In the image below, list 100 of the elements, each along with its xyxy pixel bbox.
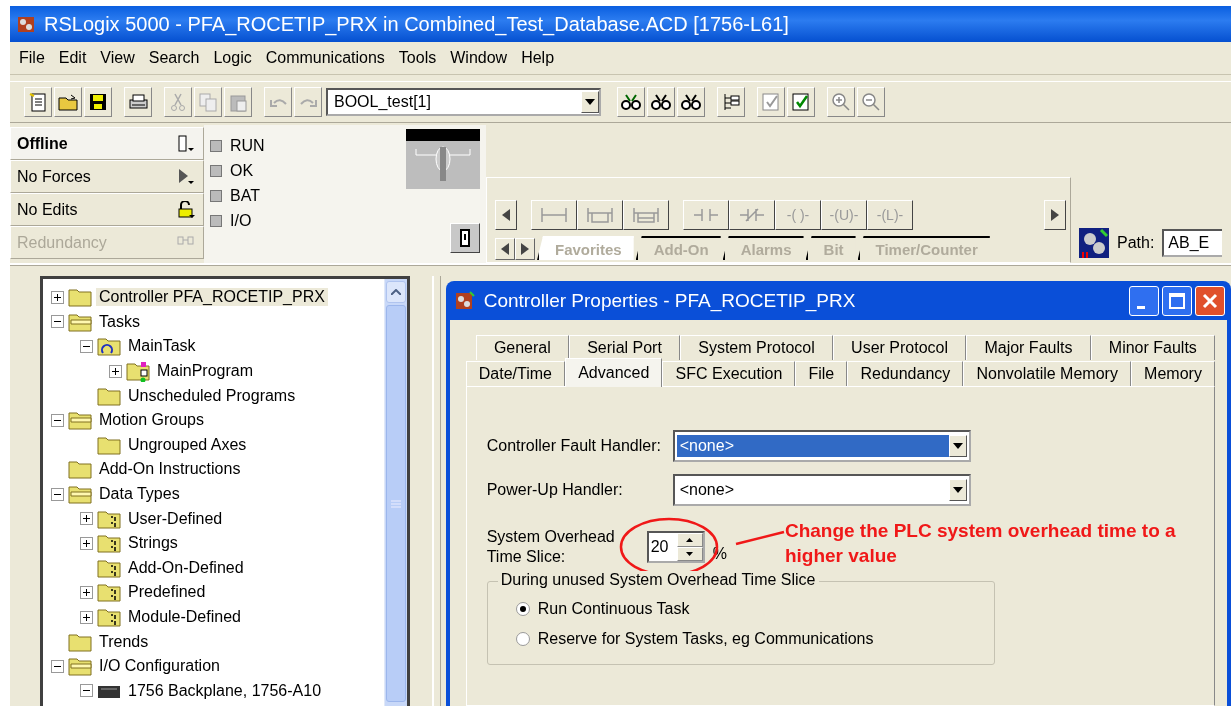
dropdown-arrow-icon[interactable] <box>952 487 963 493</box>
menu-item[interactable]: File <box>12 46 52 70</box>
tab[interactable]: Advanced <box>565 358 663 387</box>
open-folder-button[interactable] <box>54 87 82 117</box>
expand-icon[interactable] <box>80 536 93 550</box>
tag-combo-box[interactable]: BOOL_test[1] <box>326 88 601 116</box>
scroll-right-button[interactable] <box>1044 200 1066 230</box>
verify-controller-button[interactable] <box>787 87 815 117</box>
tree-item[interactable]: Strings <box>125 534 181 553</box>
tree-item[interactable]: MainTask <box>125 337 199 356</box>
menu-item[interactable]: Logic <box>206 46 259 70</box>
tab[interactable]: SFC Execution <box>662 361 796 386</box>
tab[interactable]: Serial Port <box>569 335 681 360</box>
tree-item[interactable]: Unscheduled Programs <box>125 386 299 405</box>
tree-item[interactable]: 1756 Backplane, 1756-A10 <box>125 681 325 700</box>
expand-icon[interactable] <box>109 364 122 378</box>
close-button[interactable] <box>1195 285 1225 316</box>
padlock-icon[interactable] <box>177 200 195 219</box>
clipboard-button[interactable] <box>224 87 252 117</box>
collapse-icon[interactable] <box>51 487 64 501</box>
scroll-right-button[interactable] <box>515 238 535 260</box>
tree-item[interactable]: User-Defined <box>125 509 226 528</box>
menu-item[interactable]: Search <box>141 46 207 70</box>
spin-down-icon[interactable] <box>686 552 694 556</box>
controller-button[interactable] <box>450 223 480 253</box>
radio-button[interactable] <box>515 602 530 616</box>
tree-item[interactable]: Ungrouped Axes <box>125 435 250 454</box>
tab[interactable]: Nonvolatile Memory <box>963 361 1131 386</box>
menu-item[interactable]: Window <box>443 46 515 70</box>
instruction-button[interactable] <box>729 200 775 230</box>
tree-item[interactable]: Controller PFA_ROCETIP_PRX <box>96 288 328 307</box>
menu-item[interactable]: Communications <box>258 46 392 70</box>
collapse-icon[interactable] <box>51 413 64 427</box>
expand-icon[interactable] <box>80 585 93 599</box>
verify-button[interactable] <box>757 87 785 117</box>
tree-item[interactable]: Motion Groups <box>96 411 207 430</box>
tree-item[interactable]: Trends <box>96 632 152 651</box>
collapse-icon[interactable] <box>51 659 64 673</box>
scrollbar[interactable] <box>383 279 407 706</box>
scroll-left-button[interactable] <box>495 200 517 230</box>
tab[interactable]: Minor Faults <box>1090 335 1216 360</box>
tab[interactable]: Major Faults <box>966 335 1091 360</box>
tree-item[interactable]: Add-On Instructions <box>96 460 244 479</box>
tab[interactable]: System Protocol <box>680 335 833 360</box>
undo-button[interactable] <box>264 87 292 117</box>
scroll-up-icon[interactable] <box>390 289 401 295</box>
tree-item[interactable]: I/O Configuration <box>96 657 223 676</box>
instruction-button[interactable] <box>577 200 623 230</box>
collapse-icon[interactable] <box>80 340 93 353</box>
printer-button[interactable] <box>124 87 152 117</box>
radio-label[interactable]: Reserve for System Tasks, eg Communications <box>537 630 874 648</box>
scroll-left-button[interactable] <box>495 238 515 260</box>
expand-icon[interactable] <box>80 512 93 526</box>
menu-item[interactable]: View <box>93 46 142 70</box>
binoculars-button[interactable] <box>647 87 675 117</box>
spin-up-icon[interactable] <box>686 538 694 542</box>
dropdown-arrow-icon[interactable] <box>952 443 963 449</box>
tab[interactable]: User Protocol <box>832 335 967 360</box>
collapse-icon[interactable] <box>51 315 64 329</box>
copy-button[interactable] <box>194 87 222 117</box>
tab[interactable]: File <box>795 361 848 386</box>
tree-item[interactable]: Tasks <box>96 312 143 331</box>
expand-icon[interactable] <box>80 610 93 624</box>
tree-item[interactable]: MainProgram <box>154 362 257 381</box>
maximize-button[interactable] <box>1162 285 1192 316</box>
instruction-button[interactable] <box>531 200 577 230</box>
radio-label[interactable]: Run Continuous Task <box>537 600 690 618</box>
tree-item[interactable]: Predefined <box>125 583 209 602</box>
tab[interactable]: Redundancy <box>847 361 964 386</box>
tab[interactable]: General <box>475 335 569 360</box>
binoculars-button[interactable] <box>677 87 705 117</box>
menu-item[interactable]: Tools <box>391 46 444 70</box>
number-spinner[interactable]: 20 <box>646 531 705 563</box>
tree-item[interactable]: Add-On-Defined <box>125 558 247 577</box>
dropdown-field[interactable]: <none> <box>672 474 971 506</box>
collapse-icon[interactable] <box>80 684 93 698</box>
binoculars-button[interactable] <box>617 87 645 117</box>
play-arrow-icon[interactable] <box>177 167 195 186</box>
dropdown-field[interactable]: <none> <box>672 430 971 462</box>
tab[interactable]: Date/Time <box>465 361 566 386</box>
scissors-button[interactable] <box>164 87 192 117</box>
new-file-button[interactable] <box>24 87 52 117</box>
zoom-in-button[interactable] <box>827 87 855 117</box>
radio-button[interactable] <box>515 632 530 646</box>
minimize-button[interactable] <box>1129 285 1159 316</box>
redo-button[interactable] <box>294 87 322 117</box>
instruction-button[interactable] <box>623 200 669 230</box>
menu-item[interactable]: Edit <box>51 46 94 70</box>
tree-item[interactable]: Data Types <box>96 485 183 504</box>
instruction-button[interactable] <box>683 200 729 230</box>
save-button[interactable] <box>84 87 112 117</box>
expand-icon[interactable] <box>51 290 64 304</box>
path-field[interactable]: AB_E <box>1162 229 1223 257</box>
menu-item[interactable]: Help <box>514 46 562 70</box>
tree-item[interactable]: Module-Defined <box>125 608 244 626</box>
network-icon[interactable] <box>1079 228 1109 258</box>
tree-view-button[interactable] <box>717 87 745 117</box>
zoom-out-button[interactable] <box>857 87 885 117</box>
dropdown-arrow-icon[interactable] <box>585 99 595 105</box>
key-mode-icon[interactable] <box>177 134 195 153</box>
